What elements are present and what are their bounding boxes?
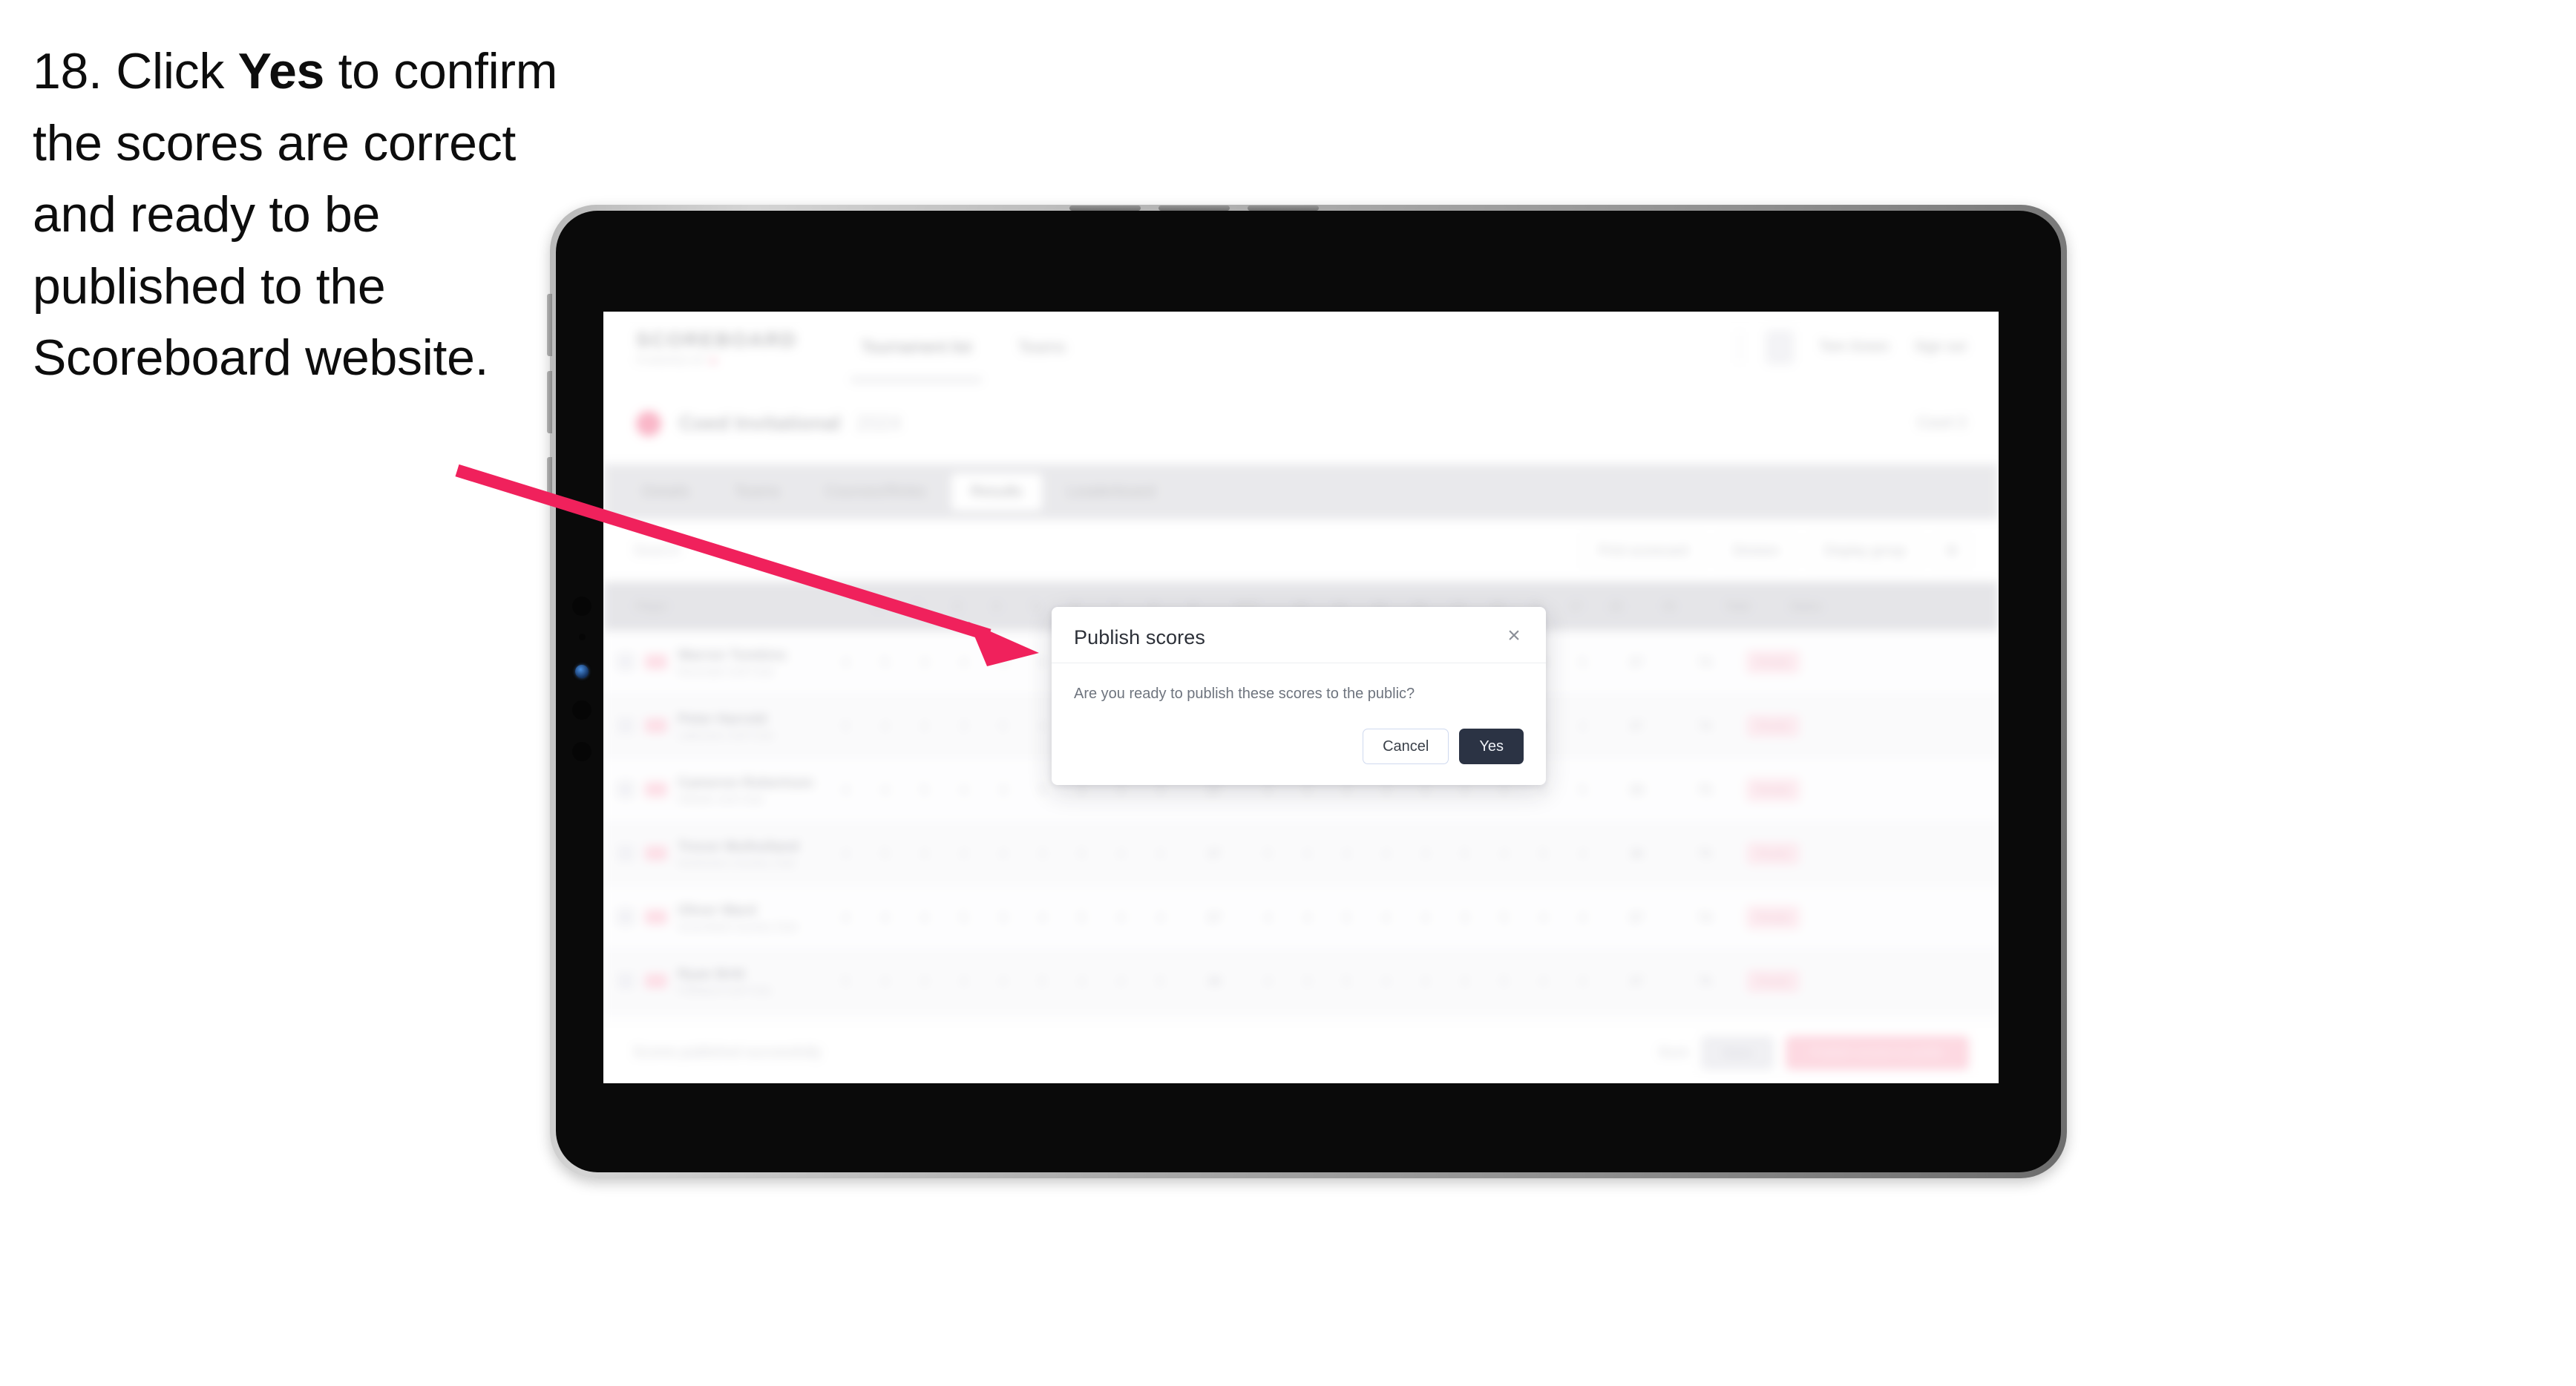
dialog-footer: Cancel Yes	[1052, 709, 1546, 785]
dialog-body: Are you ready to publish these scores to…	[1052, 663, 1546, 709]
microphone-icon	[572, 700, 591, 720]
instruction-number: 18.	[33, 43, 102, 99]
front-camera-icon	[572, 597, 591, 616]
tablet-screen: SCOREBOARD POWERED BY ● Tournament list …	[603, 312, 1999, 1083]
camera-indicator-led	[575, 665, 589, 678]
dialog-header: Publish scores ×	[1052, 607, 1546, 663]
instruction-prefix: Click	[116, 43, 225, 99]
publish-scores-dialog: Publish scores × Are you ready to publis…	[1052, 607, 1546, 785]
speaker-slot	[1248, 206, 1319, 211]
instruction-text: 18. Click Yes to confirm the scores are …	[33, 36, 567, 394]
dialog-message: Are you ready to publish these scores to…	[1074, 686, 1415, 702]
speaker-slot	[1069, 206, 1141, 211]
proximity-sensor-icon	[572, 742, 591, 761]
power-button[interactable]	[547, 457, 552, 502]
ambient-sensor-icon	[579, 634, 586, 640]
dialog-title: Publish scores	[1074, 626, 1205, 648]
close-icon[interactable]: ×	[1501, 623, 1527, 648]
tablet-device: SCOREBOARD POWERED BY ● Tournament list …	[547, 205, 2067, 1178]
tablet-bezel: SCOREBOARD POWERED BY ● Tournament list …	[556, 211, 2061, 1172]
instruction-emphasis: Yes	[237, 43, 325, 99]
speaker-slot	[1158, 206, 1230, 211]
volume-down-button[interactable]	[547, 371, 552, 433]
volume-up-button[interactable]	[547, 294, 552, 356]
yes-button[interactable]: Yes	[1459, 729, 1524, 764]
cancel-button[interactable]: Cancel	[1363, 729, 1449, 764]
